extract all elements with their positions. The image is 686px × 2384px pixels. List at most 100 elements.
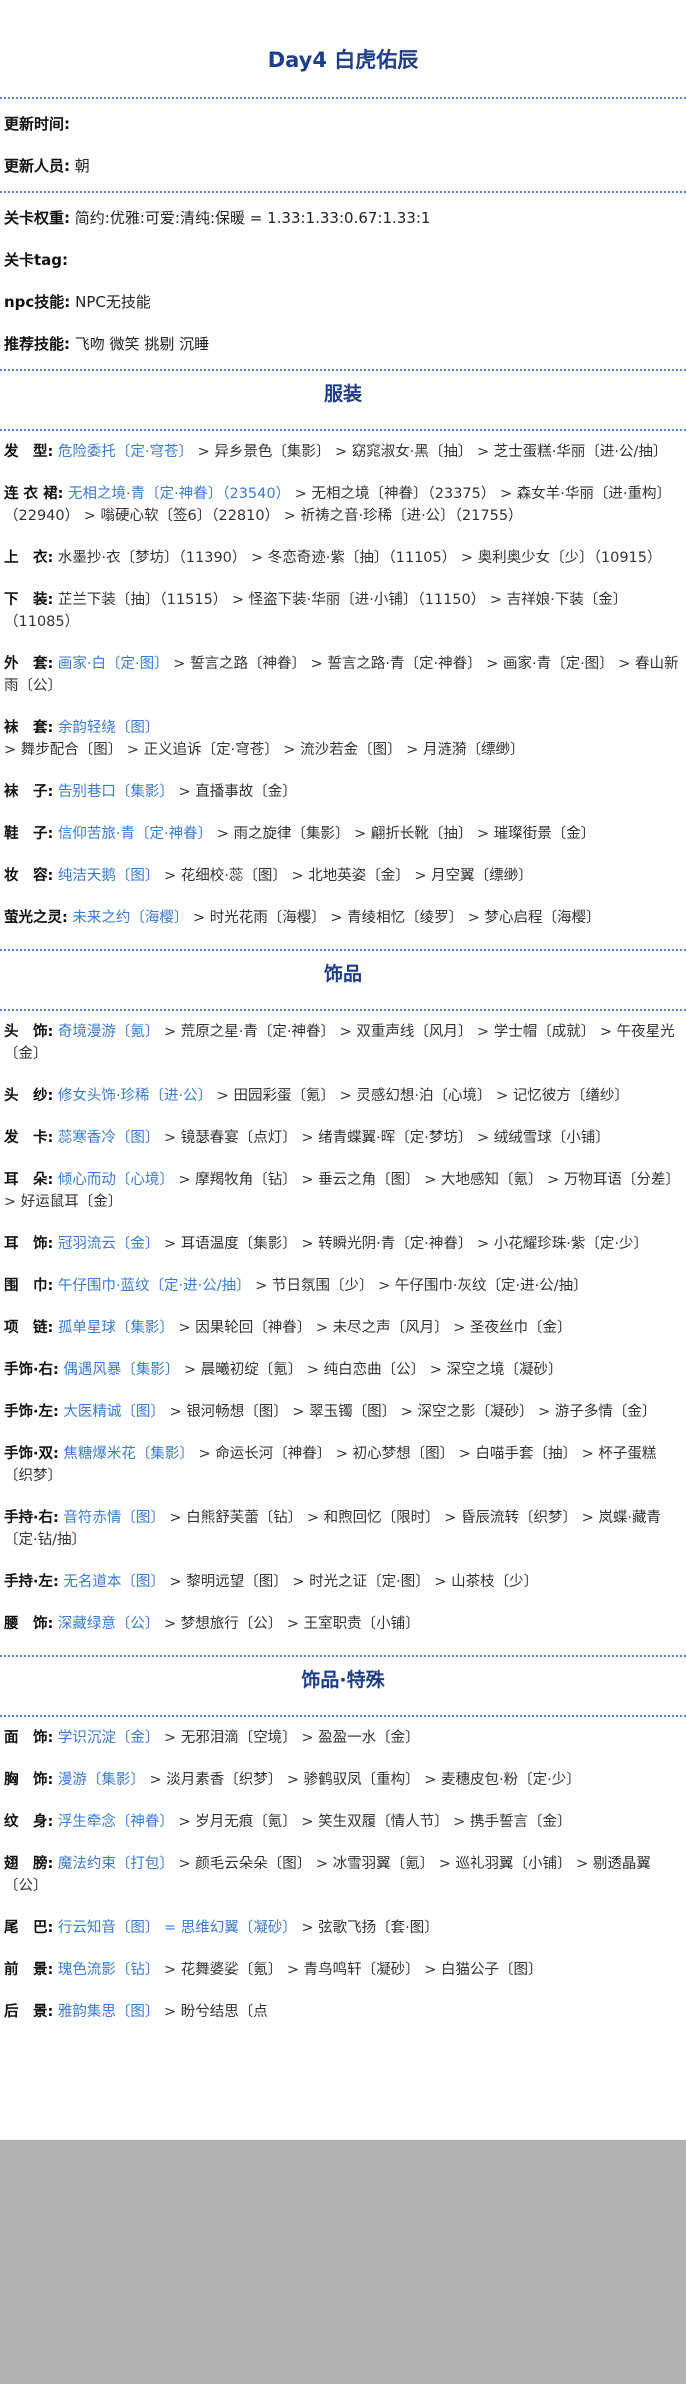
item-label: 围 巾: — [4, 1278, 54, 1294]
alternatives-text: > 节日氛围〔少〕 > 午仔围巾·灰纹〔定·进·公/抽〕 — [250, 1278, 588, 1294]
top-pick-link[interactable]: 学识沉淀〔金〕 — [58, 1730, 160, 1746]
bottom-overlay — [0, 2140, 686, 2384]
update-time-label: 更新时间: — [4, 115, 70, 133]
item-label: 鞋 子: — [4, 826, 54, 842]
top-pick-link[interactable]: 纯洁天鹅〔图〕 — [58, 868, 160, 884]
item-label: 上 衣: — [4, 550, 54, 566]
document-page: Day4 白虎佑辰 更新时间: 更新人员: 朝 关卡权重: 简约:优雅:可爱:清… — [0, 0, 686, 2043]
top-pick-link[interactable]: 漫游〔集影〕 — [58, 1772, 145, 1788]
item-label: 腰 饰: — [4, 1616, 54, 1632]
top-pick-link[interactable]: 行云知音〔图〕 = 思维幻翼〔凝砂〕 — [58, 1920, 297, 1936]
top-pick-link[interactable]: 画家·白〔定·图〕 — [58, 656, 169, 672]
updater-label: 更新人员: — [4, 157, 70, 175]
top-pick-link[interactable]: 孤单星球〔集影〕 — [58, 1320, 174, 1336]
item-label: 尾 巴: — [4, 1920, 54, 1936]
section-title: 饰品 — [323, 963, 362, 985]
list-item: 腰 饰: 深藏绿意〔公〕 > 梦想旅行〔公〕 > 王室职责〔小铺〕 — [0, 1613, 686, 1635]
list-item: 发 型: 危险委托〔定·穹苍〕 > 异乡景色〔集影〕 > 窈窕淑女·黑〔抽〕 >… — [0, 441, 686, 463]
item-label: 发 型: — [4, 444, 54, 460]
item-label: 胸 饰: — [4, 1772, 54, 1788]
skill-label: 推荐技能: — [4, 335, 70, 353]
section-title: 服装 — [323, 383, 362, 405]
item-label: 手持·右: — [4, 1510, 59, 1526]
top-pick-link[interactable]: 倾心而动〔心境〕 — [58, 1172, 174, 1188]
alternatives-text: > 直播事故〔金〕 — [173, 784, 297, 800]
updater-value: 朝 — [74, 157, 90, 175]
list-item: 手饰·右: 偶遇风暴〔集影〕 > 晨曦初绽〔氪〕 > 纯白恋曲〔公〕 > 深空之… — [0, 1359, 686, 1381]
list-item: 下 装: 芷兰下装〔抽〕（11515） > 怪盗下装·华丽〔进·小铺〕（1115… — [0, 589, 686, 633]
weight-row: 关卡权重: 简约:优雅:可爱:清纯:保暖 = 1.33:1.33:0.67:1.… — [0, 207, 686, 229]
alternatives-text: > 银河畅想〔图〕 > 翠玉镯〔图〕 > 深空之影〔凝砂〕 > 游子多情〔金〕 — [164, 1404, 657, 1420]
alternatives-text: > 淡月素香〔织梦〕 > 骖鹤驭凤〔重构〕 > 麦穗皮包·粉〔定·少〕 — [144, 1772, 581, 1788]
top-pick-link[interactable]: 魔法约束〔打包〕 — [58, 1856, 174, 1872]
top-pick-link[interactable]: 深藏绿意〔公〕 — [58, 1616, 160, 1632]
top-pick-link[interactable]: 无相之境·青〔定·神眷〕（23540） — [68, 486, 290, 502]
alternatives-text: > 无邪泪滴〔空境〕 > 盈盈一水〔金〕 — [159, 1730, 420, 1746]
weight-label: 关卡权重: — [4, 209, 70, 227]
page-title: Day4 白虎佑辰 — [267, 48, 419, 72]
section-title: 饰品·特殊 — [301, 1669, 385, 1691]
npc-value: NPC无技能 — [75, 293, 151, 311]
list-item: 耳 朵: 倾心而动〔心境〕 > 摩羯牧角〔钻〕 > 垂云之角〔图〕 > 大地感知… — [0, 1169, 686, 1213]
list-item: 连 衣 裙: 无相之境·青〔定·神眷〕（23540） > 无相之境〔神眷〕（23… — [0, 483, 686, 527]
divider — [0, 97, 686, 99]
alternatives-text: > 岁月无痕〔氪〕 > 笑生双履〔情人节〕 > 携手誓言〔金〕 — [173, 1814, 572, 1830]
item-label: 手饰·右: — [4, 1362, 59, 1378]
item-label: 萤光之灵: — [4, 910, 68, 926]
top-pick-link[interactable]: 瑰色流影〔钻〕 — [58, 1962, 160, 1978]
top-pick-link[interactable]: 奇境漫游〔氪〕 — [58, 1024, 160, 1040]
top-pick-link[interactable]: 无名道本〔图〕 — [63, 1574, 165, 1590]
top-pick-link[interactable]: 浮生牵念〔神眷〕 — [58, 1814, 174, 1830]
item-label: 耳 饰: — [4, 1236, 54, 1252]
item-label: 发 卡: — [4, 1130, 54, 1146]
update-time-row: 更新时间: — [0, 113, 686, 135]
list-item: 手饰·双: 焦糖爆米花〔集影〕 > 命运长河〔神眷〕 > 初心梦想〔图〕 > 白… — [0, 1443, 686, 1487]
alternatives-text: > 花细校·蕊〔图〕 > 北地英姿〔金〕 > 月空翼〔缥缈〕 — [159, 868, 533, 884]
list-item: 头 纱: 修女头饰·珍稀〔进·公〕 > 田园彩蛋〔氪〕 > 灵感幻想·泊〔心境〕… — [0, 1085, 686, 1107]
alternatives-text: > 时光花雨〔海樱〕 > 青绫相忆〔绫罗〕 > 梦心启程〔海樱〕 — [188, 910, 601, 926]
list-item: 手持·右: 音符赤情〔图〕 > 白熊舒芙蕾〔钻〕 > 和煦回忆〔限时〕 > 昏辰… — [0, 1507, 686, 1551]
alternatives-text: > 耳语温度〔集影〕 > 转瞬光阴·青〔定·神眷〕 > 小花耀珍珠·紫〔定·少〕 — [159, 1236, 648, 1252]
top-pick-link[interactable]: 午仔围巾·蓝纹〔定·进·公/抽〕 — [58, 1278, 251, 1294]
list-item: 袜 套: 余韵轻绕〔图〕 > 舞步配合〔图〕 > 正义追诉〔定·穹苍〕 > 流沙… — [0, 717, 686, 761]
alternatives-text: > 田园彩蛋〔氪〕 > 灵感幻想·泊〔心境〕 > 记忆彼方〔缮纱〕 — [212, 1088, 629, 1104]
list-item: 外 套: 画家·白〔定·图〕 > 誓言之路〔神眷〕 > 誓言之路·青〔定·神眷〕… — [0, 653, 686, 697]
top-pick-link[interactable]: 余韵轻绕〔图〕 — [58, 720, 160, 736]
item-label: 袜 套: — [4, 720, 54, 736]
section-rows: 头 饰: 奇境漫游〔氪〕 > 荒原之星·青〔定·神眷〕 > 双重声线〔风月〕 >… — [0, 1011, 686, 1635]
list-item: 鞋 子: 信仰苦旅·青〔定·神眷〕 > 雨之旋律〔集影〕 > 翩折长靴〔抽〕 >… — [0, 823, 686, 845]
top-pick-link[interactable]: 蕊寒香冷〔图〕 — [58, 1130, 160, 1146]
top-pick-link[interactable]: 危险委托〔定·穹苍〕 — [58, 444, 193, 460]
top-pick-link[interactable]: 信仰苦旅·青〔定·神眷〕 — [58, 826, 212, 842]
alternatives-text: > 因果轮回〔神眷〕 > 未尽之声〔风月〕 > 圣夜丝巾〔金〕 — [173, 1320, 572, 1336]
item-label: 手饰·双: — [4, 1446, 59, 1462]
alternatives-text: > 花舞婆娑〔氪〕 > 青鸟鸣轩〔凝砂〕 > 白猫公子〔图〕 — [159, 1962, 543, 1978]
item-label: 头 饰: — [4, 1024, 54, 1040]
list-item: 耳 饰: 冠羽流云〔金〕 > 耳语温度〔集影〕 > 转瞬光阴·青〔定·神眷〕 >… — [0, 1233, 686, 1255]
tag-row: 关卡tag: — [0, 249, 686, 271]
item-label: 手饰·左: — [4, 1404, 59, 1420]
skill-row: 推荐技能: 飞吻 微笑 挑剔 沉睡 — [0, 333, 686, 355]
tag-label: 关卡tag: — [4, 251, 69, 269]
item-label: 面 饰: — [4, 1730, 54, 1746]
list-item: 手饰·左: 大医精诚〔图〕 > 银河畅想〔图〕 > 翠玉镯〔图〕 > 深空之影〔… — [0, 1401, 686, 1423]
top-pick-link[interactable]: 修女头饰·珍稀〔进·公〕 — [58, 1088, 212, 1104]
top-pick-link[interactable]: 音符赤情〔图〕 — [63, 1510, 165, 1526]
divider — [0, 191, 686, 193]
top-pick-link[interactable]: 冠羽流云〔金〕 — [58, 1236, 160, 1252]
list-item: 妆 容: 纯洁天鹅〔图〕 > 花细校·蕊〔图〕 > 北地英姿〔金〕 > 月空翼〔… — [0, 865, 686, 887]
list-item: 上 衣: 水墨抄·衣〔梦坊〕（11390） > 冬恋奇迹·紫〔抽〕（11105）… — [0, 547, 686, 569]
top-pick-link[interactable]: 告别巷口〔集影〕 — [58, 784, 174, 800]
item-label: 手持·左: — [4, 1574, 59, 1590]
top-pick-link[interactable]: 雅韵集思〔图〕 — [58, 2004, 160, 2020]
alternatives-text: > 盼兮结思〔点 — [159, 2004, 268, 2020]
list-item: 翅 膀: 魔法约束〔打包〕 > 颜毛云朵朵〔图〕 > 冰雪羽翼〔氪〕 > 巡礼羽… — [0, 1853, 686, 1897]
item-label: 连 衣 裙: — [4, 486, 64, 502]
item-label: 耳 朵: — [4, 1172, 54, 1188]
top-pick-link[interactable]: 焦糖爆米花〔集影〕 — [63, 1446, 194, 1462]
list-item: 后 景: 雅韵集思〔图〕 > 盼兮结思〔点 — [0, 2001, 686, 2023]
top-pick-link[interactable]: 偶遇风暴〔集影〕 — [63, 1362, 179, 1378]
top-pick-link[interactable]: 大医精诚〔图〕 — [63, 1404, 165, 1420]
list-item: 手持·左: 无名道本〔图〕 > 黎明远望〔图〕 > 时光之证〔定·图〕 > 山茶… — [0, 1571, 686, 1593]
top-pick-link[interactable]: 未来之约〔海樱〕 — [72, 910, 188, 926]
